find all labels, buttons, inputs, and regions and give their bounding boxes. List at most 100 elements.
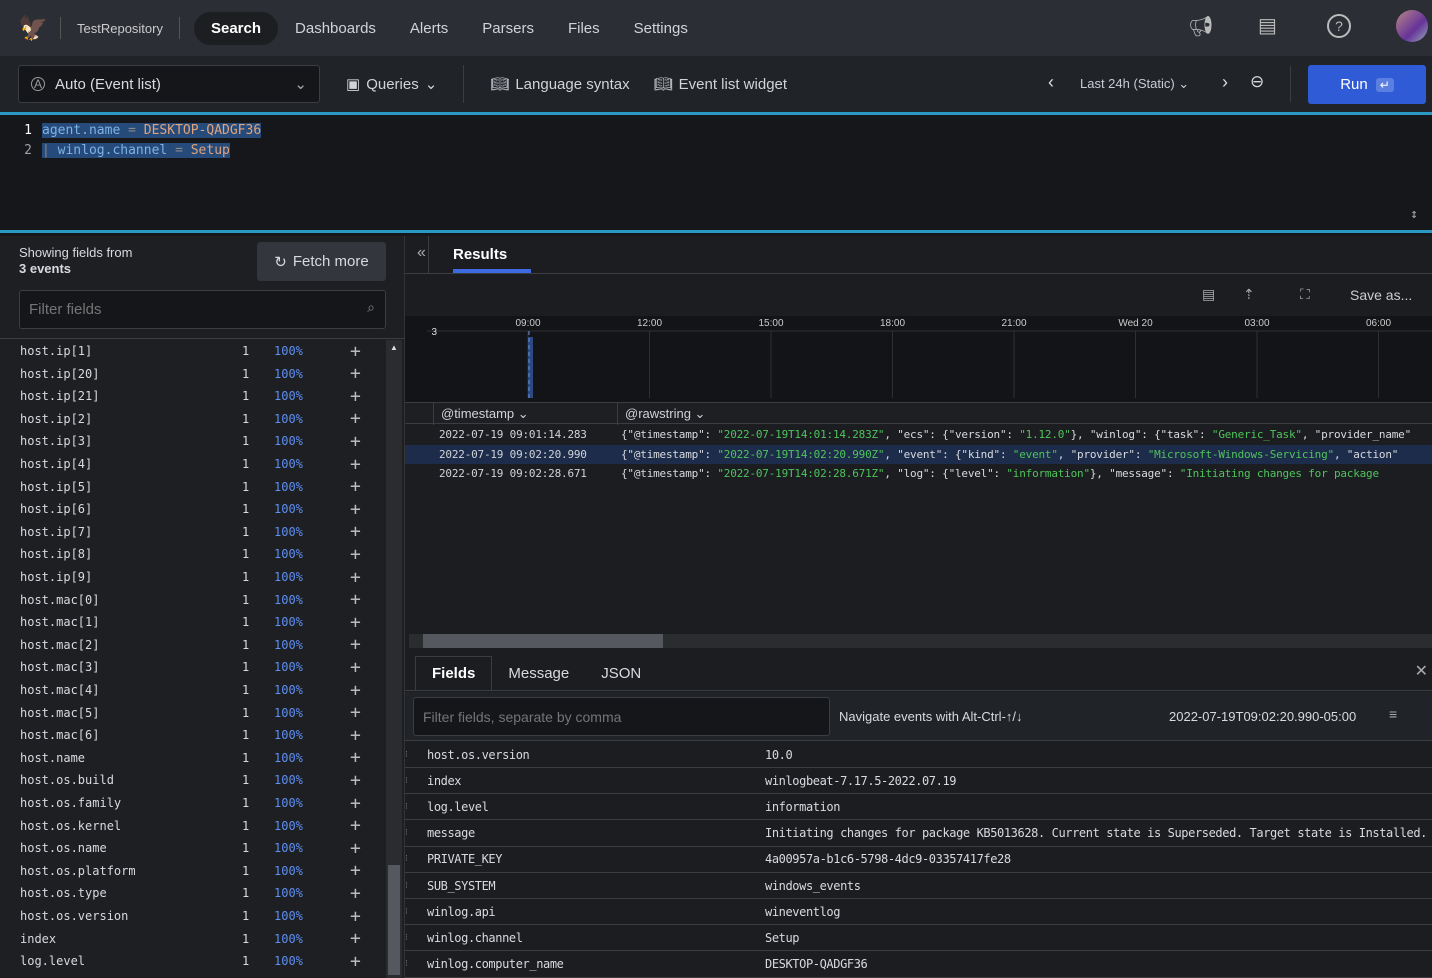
field-list-item[interactable]: host.ip[21] 1 100% +	[20, 385, 365, 407]
field-list-item[interactable]: log.level 1 100% +	[20, 950, 365, 972]
detail-row[interactable]: ⁝ SUB_SYSTEM windows_events	[405, 873, 1432, 899]
add-field-icon[interactable]: +	[350, 680, 361, 701]
detail-row[interactable]: ⁝ host.os.version 10.0	[405, 742, 1432, 768]
zoom-out-icon[interactable]: ⊖	[1250, 72, 1264, 92]
save-as-button[interactable]: Save as...	[1350, 287, 1412, 303]
sort-icon[interactable]: ⇡	[1243, 286, 1255, 303]
field-list-item[interactable]: host.os.version 1 100% +	[20, 905, 365, 927]
drag-handle-icon[interactable]: ⁝	[405, 828, 408, 838]
add-field-icon[interactable]: +	[350, 883, 361, 904]
falcon-logo-icon[interactable]: 🦅	[0, 14, 60, 43]
field-list-item[interactable]: host.ip[5] 1 100% +	[20, 476, 365, 498]
field-list-item[interactable]: host.mac[3] 1 100% +	[20, 656, 365, 678]
field-list-item[interactable]: host.ip[9] 1 100% +	[20, 566, 365, 588]
field-list-item[interactable]: host.ip[1] 1 100% +	[20, 340, 365, 362]
add-field-icon[interactable]: +	[350, 951, 361, 972]
chat-icon[interactable]: ▤	[1258, 13, 1277, 38]
event-row[interactable]: 2022-07-19 09:01:14.283 {"@timestamp": "2…	[405, 425, 1432, 445]
add-field-icon[interactable]: +	[350, 702, 361, 723]
field-list-item[interactable]: index 1 100% +	[20, 928, 365, 950]
nav-parsers[interactable]: Parsers	[465, 12, 551, 45]
detail-row[interactable]: ⁝ PRIVATE_KEY 4a00957a-b1c6-5798-4dc9-0335…	[405, 847, 1432, 873]
repository-name[interactable]: TestRepository	[77, 21, 163, 36]
field-list-item[interactable]: host.ip[6] 1 100% +	[20, 498, 365, 520]
drag-handle-icon[interactable]: ⁝	[405, 933, 408, 943]
scrollbar[interactable]: ▲	[386, 340, 402, 978]
field-list-item[interactable]: host.mac[5] 1 100% +	[20, 702, 365, 724]
nav-files[interactable]: Files	[551, 12, 617, 45]
add-field-icon[interactable]: +	[350, 770, 361, 791]
nav-search[interactable]: Search	[193, 11, 279, 45]
nav-settings[interactable]: Settings	[617, 12, 705, 45]
detail-row[interactable]: ⁝ message Initiating changes for package K…	[405, 821, 1432, 847]
field-list-item[interactable]: host.ip[8] 1 100% +	[20, 543, 365, 565]
field-list-item[interactable]: host.ip[7] 1 100% +	[20, 521, 365, 543]
field-list-item[interactable]: host.os.build 1 100% +	[20, 769, 365, 791]
megaphone-icon[interactable]: 📢︎	[1188, 14, 1213, 39]
field-list-item[interactable]: host.mac[1] 1 100% +	[20, 611, 365, 633]
field-list-item[interactable]: host.mac[2] 1 100% +	[20, 634, 365, 656]
view-mode-select[interactable]: A Auto (Event list) ⌄	[18, 65, 320, 103]
add-field-icon[interactable]: +	[350, 657, 361, 678]
add-field-icon[interactable]: +	[350, 815, 361, 836]
add-field-icon[interactable]: +	[350, 589, 361, 610]
drag-handle-icon[interactable]: ⁝	[405, 854, 408, 864]
filter-icon[interactable]: ≡	[1389, 706, 1397, 722]
field-list-item[interactable]: host.mac[0] 1 100% +	[20, 589, 365, 611]
detail-row[interactable]: ⁝ index winlogbeat-7.17.5-2022.07.19	[405, 768, 1432, 795]
field-list-item[interactable]: host.os.type 1 100% +	[20, 882, 365, 904]
queries-button[interactable]: ▣ Queries ⌄	[334, 75, 449, 94]
drag-handle-icon[interactable]: ⁝	[405, 959, 408, 969]
nav-dashboards[interactable]: Dashboards	[278, 12, 393, 45]
wrap-icon[interactable]: ▤	[1202, 286, 1215, 303]
event-list-widget-button[interactable]: 📖︎ Event list widget	[642, 75, 799, 94]
resize-handle-icon[interactable]: ↕	[1410, 207, 1418, 222]
field-list-item[interactable]: host.name 1 100% +	[20, 747, 365, 769]
event-row[interactable]: 2022-07-19 09:02:20.990 {"@timestamp": "2…	[405, 444, 1432, 464]
detail-row[interactable]: ⁝ log.level information	[405, 794, 1432, 821]
field-list-item[interactable]: host.ip[4] 1 100% +	[20, 453, 365, 475]
avatar[interactable]	[1396, 10, 1428, 42]
nav-alerts[interactable]: Alerts	[393, 12, 465, 45]
language-syntax-button[interactable]: 📖︎ Language syntax	[478, 75, 641, 94]
add-field-icon[interactable]: +	[350, 838, 361, 859]
add-field-icon[interactable]: +	[350, 386, 361, 407]
next-time-icon[interactable]: ›	[1222, 72, 1228, 93]
add-field-icon[interactable]: +	[350, 408, 361, 429]
field-list-item[interactable]: host.mac[6] 1 100% +	[20, 724, 365, 746]
event-row[interactable]: 2022-07-19 09:02:28.671 {"@timestamp": "2…	[405, 464, 1432, 484]
field-list-item[interactable]: host.os.family 1 100% +	[20, 792, 365, 814]
add-field-icon[interactable]: +	[350, 521, 361, 542]
drag-handle-icon[interactable]: ⁝	[405, 776, 408, 786]
run-button[interactable]: Run ↵	[1308, 65, 1426, 104]
scroll-up-icon[interactable]: ▲	[386, 340, 402, 352]
add-field-icon[interactable]: +	[350, 341, 361, 362]
add-field-icon[interactable]: +	[350, 544, 361, 565]
tab-results[interactable]: Results	[453, 246, 507, 263]
field-list-item[interactable]: host.ip[2] 1 100% +	[20, 408, 365, 430]
filter-fields-input[interactable]	[20, 291, 350, 328]
help-icon[interactable]: ?	[1327, 14, 1351, 38]
add-field-icon[interactable]: +	[350, 860, 361, 881]
column-header-rawstring[interactable]: @rawstring ⌄	[625, 406, 705, 422]
add-field-icon[interactable]: +	[350, 928, 361, 949]
add-field-icon[interactable]: +	[350, 793, 361, 814]
field-list-item[interactable]: host.os.platform 1 100% +	[20, 860, 365, 882]
add-field-icon[interactable]: +	[350, 906, 361, 927]
add-field-icon[interactable]: +	[350, 725, 361, 746]
add-field-icon[interactable]: +	[350, 499, 361, 520]
add-field-icon[interactable]: +	[350, 363, 361, 384]
collapse-icon[interactable]: «	[417, 244, 426, 262]
tab-message[interactable]: Message	[492, 657, 585, 690]
details-filter-input[interactable]	[413, 697, 830, 736]
horizontal-scrollbar[interactable]	[409, 634, 1432, 648]
drag-handle-icon[interactable]: ⁝	[405, 802, 408, 812]
add-field-icon[interactable]: +	[350, 567, 361, 588]
add-field-icon[interactable]: +	[350, 747, 361, 768]
add-field-icon[interactable]: +	[350, 431, 361, 452]
drag-handle-icon[interactable]: ⁝	[405, 881, 408, 891]
close-icon[interactable]: ✕	[1415, 661, 1428, 681]
fullscreen-icon[interactable]: ⛶	[1300, 286, 1310, 303]
detail-row[interactable]: ⁝ winlog.api wineventlog	[405, 899, 1432, 926]
previous-time-icon[interactable]: ‹	[1048, 72, 1054, 93]
